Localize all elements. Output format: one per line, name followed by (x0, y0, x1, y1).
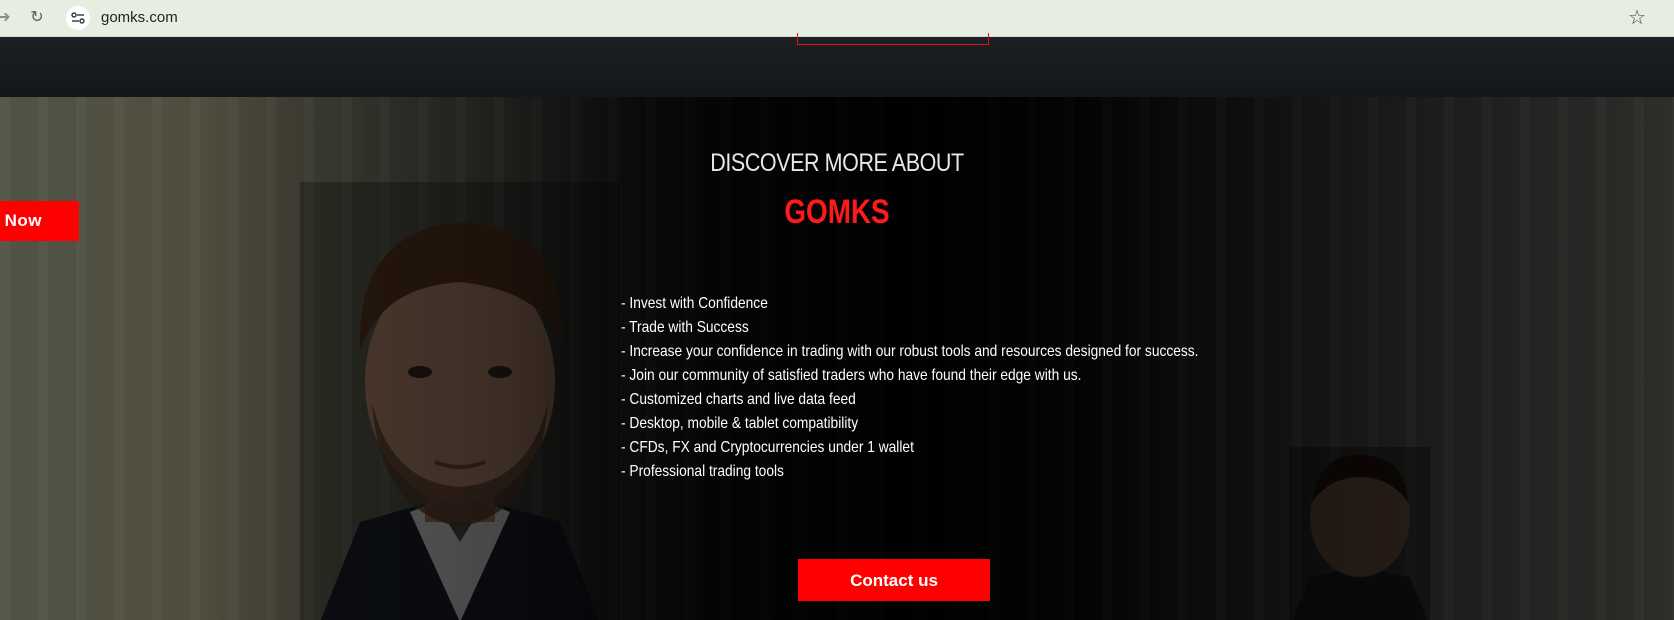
url-text[interactable]: gomks.com (101, 9, 178, 26)
feature-item: - Customized charts and live data feed (621, 391, 856, 408)
contact-us-button[interactable]: Contact us (798, 559, 990, 601)
feature-item: - Professional trading tools (621, 463, 784, 480)
feature-item: - Increase your confidence in trading wi… (621, 343, 1199, 360)
bookmark-star-icon[interactable]: ☆ (1628, 5, 1646, 30)
outlined-button[interactable] (797, 33, 989, 45)
reload-icon[interactable]: ↻ (27, 8, 47, 28)
hero-section: rt Now DISCOVER MORE ABOUT GOMKS - Inves… (0, 97, 1674, 620)
start-now-label: rt Now (0, 211, 42, 230)
feature-item: - Trade with Success (621, 319, 749, 336)
browser-toolbar: ➜ ↻ gomks.com ☆ (0, 0, 1674, 37)
forward-arrow-icon[interactable]: ➜ (0, 8, 14, 28)
address-bar[interactable]: gomks.com ☆ (64, 3, 1646, 33)
brand-title: GOMKS (784, 193, 890, 231)
feature-item: - Join our community of satisfied trader… (621, 367, 1082, 384)
feature-item: - Desktop, mobile & tablet compatibility (621, 415, 859, 432)
header-strip (0, 33, 1674, 97)
hero-heading: DISCOVER MORE ABOUT (710, 149, 964, 177)
feature-item: - Invest with Confidence (621, 295, 768, 312)
feature-item: - CFDs, FX and Cryptocurrencies under 1 … (621, 439, 914, 456)
site-info-icon[interactable] (66, 6, 90, 30)
feature-list: - Invest with Confidence - Trade with Su… (621, 292, 1198, 484)
start-now-button[interactable]: rt Now (0, 201, 79, 241)
